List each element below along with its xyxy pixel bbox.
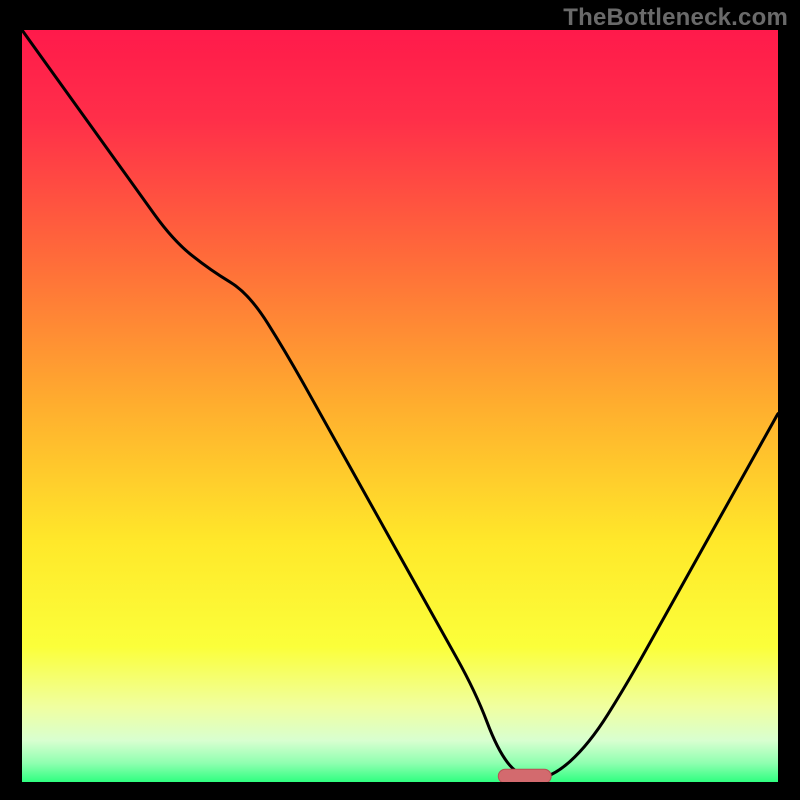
gradient-background <box>22 30 778 782</box>
watermark-text: TheBottleneck.com <box>563 4 788 32</box>
chart-svg <box>22 30 778 782</box>
plot-area <box>22 30 778 782</box>
optimal-marker <box>498 769 551 782</box>
chart-container: TheBottleneck.com <box>0 0 800 800</box>
